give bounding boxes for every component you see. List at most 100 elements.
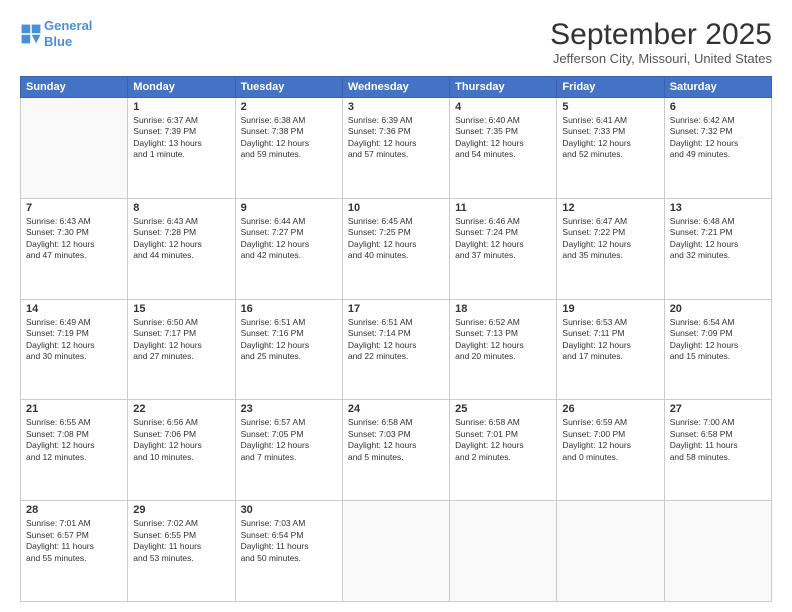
day-number: 20 xyxy=(670,303,766,315)
day-content: Sunrise: 6:45 AM Sunset: 7:25 PM Dayligh… xyxy=(348,216,444,262)
calendar-week-row: 28 Sunrise: 7:01 AM Sunset: 6:57 PM Dayli… xyxy=(21,501,772,602)
day-number: 19 xyxy=(562,303,658,315)
logo-icon xyxy=(20,23,42,45)
day-number: 4 xyxy=(455,101,551,113)
table-row: 17 Sunrise: 6:51 AM Sunset: 7:14 PM Dayli… xyxy=(342,299,449,400)
day-number: 18 xyxy=(455,303,551,315)
day-number: 30 xyxy=(241,504,337,516)
day-number: 7 xyxy=(26,202,122,214)
day-number: 15 xyxy=(133,303,229,315)
day-number: 12 xyxy=(562,202,658,214)
day-number: 28 xyxy=(26,504,122,516)
table-row: 24Sunrise: 6:58 AM Sunset: 7:03 PM Dayli… xyxy=(342,400,449,501)
table-row: 9Sunrise: 6:44 AM Sunset: 7:27 PM Daylig… xyxy=(235,198,342,299)
table-row: 11 Sunrise: 6:46 AM Sunset: 7:24 PM Dayli… xyxy=(450,198,557,299)
logo-text: General Blue xyxy=(44,18,92,49)
day-number: 23 xyxy=(241,403,337,415)
day-content: Sunrise: 7:02 AM Sunset: 6:55 PM Dayligh… xyxy=(133,518,229,564)
col-tuesday: Tuesday xyxy=(235,77,342,98)
day-content: Sunrise: 6:44 AM Sunset: 7:27 PM Dayligh… xyxy=(241,216,337,262)
day-number: 1 xyxy=(133,101,229,113)
table-row: 21 Sunrise: 6:55 AM Sunset: 7:08 PM Dayli… xyxy=(21,400,128,501)
table-row: 25 Sunrise: 6:58 AM Sunset: 7:01 PM Dayli… xyxy=(450,400,557,501)
month-title: September 2025 xyxy=(550,18,772,51)
day-number: 10 xyxy=(348,202,444,214)
title-block: September 2025 Jefferson City, Missouri,… xyxy=(550,18,772,66)
calendar-week-row: 7 Sunrise: 6:43 AM Sunset: 7:30 PM Daylig… xyxy=(21,198,772,299)
table-row: 15 Sunrise: 6:50 AM Sunset: 7:17 PM Dayli… xyxy=(128,299,235,400)
day-content: Sunrise: 6:51 AM Sunset: 7:16 PM Dayligh… xyxy=(241,317,337,363)
day-number: 22 xyxy=(133,403,229,415)
table-row: 3 Sunrise: 6:39 AM Sunset: 7:36 PM Daylig… xyxy=(342,98,449,199)
day-content: Sunrise: 6:58 AM Sunset: 7:03 PM Dayligh… xyxy=(348,417,444,463)
day-content: Sunrise: 6:58 AM Sunset: 7:01 PM Dayligh… xyxy=(455,417,551,463)
table-row: 10 Sunrise: 6:45 AM Sunset: 7:25 PM Dayli… xyxy=(342,198,449,299)
table-row xyxy=(342,501,449,602)
day-content: Sunrise: 6:37 AM Sunset: 7:39 PM Dayligh… xyxy=(133,115,229,161)
day-number: 26 xyxy=(562,403,658,415)
day-number: 25 xyxy=(455,403,551,415)
table-row: 19 Sunrise: 6:53 AM Sunset: 7:11 PM Dayli… xyxy=(557,299,664,400)
table-row: 6Sunrise: 6:42 AM Sunset: 7:32 PM Daylig… xyxy=(664,98,771,199)
day-number: 21 xyxy=(26,403,122,415)
table-row: 1 Sunrise: 6:37 AM Sunset: 7:39 PM Daylig… xyxy=(128,98,235,199)
day-content: Sunrise: 6:46 AM Sunset: 7:24 PM Dayligh… xyxy=(455,216,551,262)
table-row xyxy=(21,98,128,199)
day-content: Sunrise: 6:38 AM Sunset: 7:38 PM Dayligh… xyxy=(241,115,337,161)
logo-line2: Blue xyxy=(44,34,72,49)
day-number: 11 xyxy=(455,202,551,214)
day-content: Sunrise: 7:03 AM Sunset: 6:54 PM Dayligh… xyxy=(241,518,337,564)
day-content: Sunrise: 7:00 AM Sunset: 6:58 PM Dayligh… xyxy=(670,417,766,463)
table-row: 18 Sunrise: 6:52 AM Sunset: 7:13 PM Dayli… xyxy=(450,299,557,400)
logo-line1: General xyxy=(44,18,92,33)
table-row: 20 Sunrise: 6:54 AM Sunset: 7:09 PM Dayli… xyxy=(664,299,771,400)
table-row xyxy=(557,501,664,602)
table-row xyxy=(450,501,557,602)
table-row: 22 Sunrise: 6:56 AM Sunset: 7:06 PM Dayli… xyxy=(128,400,235,501)
day-content: Sunrise: 6:47 AM Sunset: 7:22 PM Dayligh… xyxy=(562,216,658,262)
day-content: Sunrise: 6:59 AM Sunset: 7:00 PM Dayligh… xyxy=(562,417,658,463)
day-number: 14 xyxy=(26,303,122,315)
table-row: 28 Sunrise: 7:01 AM Sunset: 6:57 PM Dayli… xyxy=(21,501,128,602)
col-wednesday: Wednesday xyxy=(342,77,449,98)
day-number: 6 xyxy=(670,101,766,113)
day-content: Sunrise: 6:39 AM Sunset: 7:36 PM Dayligh… xyxy=(348,115,444,161)
col-monday: Monday xyxy=(128,77,235,98)
calendar-week-row: 1 Sunrise: 6:37 AM Sunset: 7:39 PM Daylig… xyxy=(21,98,772,199)
calendar: Sunday Monday Tuesday Wednesday Thursday… xyxy=(20,76,772,602)
day-content: Sunrise: 6:57 AM Sunset: 7:05 PM Dayligh… xyxy=(241,417,337,463)
day-number: 17 xyxy=(348,303,444,315)
day-content: Sunrise: 6:56 AM Sunset: 7:06 PM Dayligh… xyxy=(133,417,229,463)
day-content: Sunrise: 6:41 AM Sunset: 7:33 PM Dayligh… xyxy=(562,115,658,161)
day-content: Sunrise: 6:55 AM Sunset: 7:08 PM Dayligh… xyxy=(26,417,122,463)
day-content: Sunrise: 6:52 AM Sunset: 7:13 PM Dayligh… xyxy=(455,317,551,363)
day-content: Sunrise: 7:01 AM Sunset: 6:57 PM Dayligh… xyxy=(26,518,122,564)
table-row: 26 Sunrise: 6:59 AM Sunset: 7:00 PM Dayli… xyxy=(557,400,664,501)
table-row: 16 Sunrise: 6:51 AM Sunset: 7:16 PM Dayli… xyxy=(235,299,342,400)
day-number: 29 xyxy=(133,504,229,516)
day-content: Sunrise: 6:50 AM Sunset: 7:17 PM Dayligh… xyxy=(133,317,229,363)
table-row: 30 Sunrise: 7:03 AM Sunset: 6:54 PM Dayli… xyxy=(235,501,342,602)
calendar-header-row: Sunday Monday Tuesday Wednesday Thursday… xyxy=(21,77,772,98)
table-row: 29 Sunrise: 7:02 AM Sunset: 6:55 PM Dayli… xyxy=(128,501,235,602)
calendar-week-row: 21 Sunrise: 6:55 AM Sunset: 7:08 PM Dayli… xyxy=(21,400,772,501)
logo: General Blue xyxy=(20,18,92,49)
day-number: 13 xyxy=(670,202,766,214)
col-sunday: Sunday xyxy=(21,77,128,98)
day-content: Sunrise: 6:51 AM Sunset: 7:14 PM Dayligh… xyxy=(348,317,444,363)
day-number: 16 xyxy=(241,303,337,315)
col-thursday: Thursday xyxy=(450,77,557,98)
day-number: 3 xyxy=(348,101,444,113)
table-row xyxy=(664,501,771,602)
day-content: Sunrise: 6:54 AM Sunset: 7:09 PM Dayligh… xyxy=(670,317,766,363)
day-content: Sunrise: 6:43 AM Sunset: 7:28 PM Dayligh… xyxy=(133,216,229,262)
table-row: 7 Sunrise: 6:43 AM Sunset: 7:30 PM Daylig… xyxy=(21,198,128,299)
day-content: Sunrise: 6:53 AM Sunset: 7:11 PM Dayligh… xyxy=(562,317,658,363)
col-friday: Friday xyxy=(557,77,664,98)
day-content: Sunrise: 6:43 AM Sunset: 7:30 PM Dayligh… xyxy=(26,216,122,262)
day-number: 27 xyxy=(670,403,766,415)
table-row: 13Sunrise: 6:48 AM Sunset: 7:21 PM Dayli… xyxy=(664,198,771,299)
table-row: 8Sunrise: 6:43 AM Sunset: 7:28 PM Daylig… xyxy=(128,198,235,299)
col-saturday: Saturday xyxy=(664,77,771,98)
day-number: 2 xyxy=(241,101,337,113)
